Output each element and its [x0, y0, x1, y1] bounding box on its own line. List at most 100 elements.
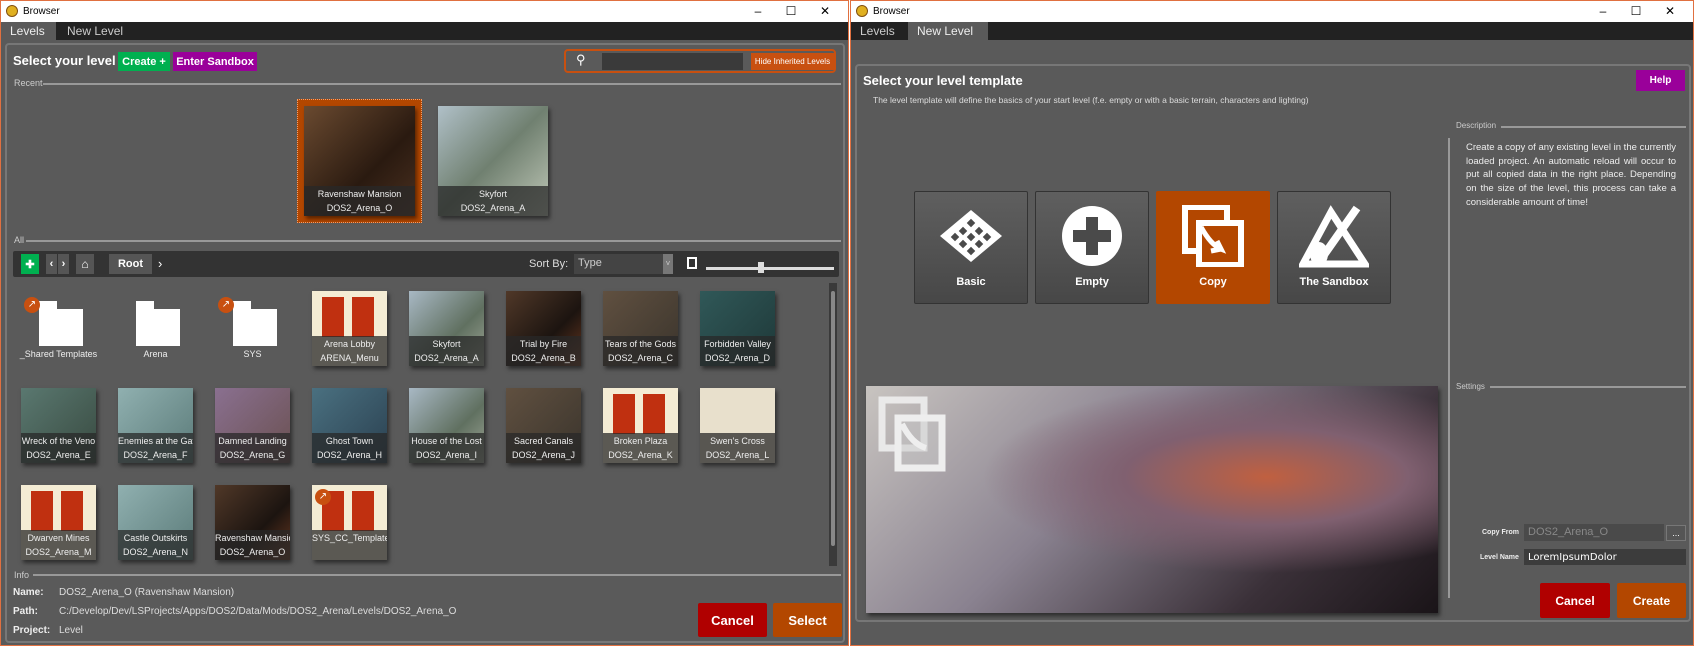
sort-value: Type	[578, 257, 602, 269]
browse-button[interactable]: ...	[1666, 525, 1686, 541]
thumbnail-size-slider[interactable]	[706, 255, 834, 275]
description-section-label: Description	[1456, 121, 1497, 130]
level-tile[interactable]: Tears of the Gods DOS2_Arena_C	[603, 291, 678, 366]
all-divider	[26, 240, 841, 242]
level-tile[interactable]: Sacred Canals DOS2_Arena_J	[506, 388, 581, 463]
level-tile[interactable]: Damned Landing DOS2_Arena_G	[215, 388, 290, 463]
template-label: Empty	[1075, 276, 1109, 288]
level-tile[interactable]: Dwarven Mines DOS2_Arena_M	[21, 485, 96, 560]
level-name: Trial by Fire	[519, 339, 568, 349]
level-id: DOS2_Arena_L	[705, 450, 770, 460]
grid-icon	[915, 206, 1027, 266]
level-tile[interactable]: Swen's Cross DOS2_Arena_L	[700, 388, 775, 463]
folder-name: _Shared Templates	[19, 349, 98, 359]
level-id: DOS2_Arena_K	[608, 450, 673, 460]
hide-inherited-levels-button[interactable]: Hide Inherited Levels	[751, 53, 834, 70]
level-tile[interactable]: Ravenshaw Mansic DOS2_Arena_O	[215, 485, 290, 560]
enter-sandbox-button[interactable]: Enter Sandbox	[173, 52, 257, 71]
breadcrumb-root[interactable]: Root	[109, 254, 152, 274]
new-folder-button[interactable]: ✚	[21, 254, 39, 274]
level-name-input[interactable]	[1524, 549, 1686, 565]
level-tile[interactable]: Ghost Town DOS2_Arena_H	[312, 388, 387, 463]
info-name-value: DOS2_Arena_O (Ravenshaw Mansion)	[59, 587, 235, 598]
info-name-label: Name:	[13, 587, 44, 598]
maximize-button[interactable]: ☐	[1621, 4, 1651, 18]
template-sandbox[interactable]: The Sandbox	[1277, 191, 1391, 304]
level-id: DOS2_Arena_B	[511, 353, 576, 363]
grid-scrollbar[interactable]	[829, 283, 837, 566]
recent-level-tile[interactable]: Ravenshaw Mansion DOS2_Arena_O	[304, 106, 415, 216]
level-tile[interactable]: House of the Lost DOS2_Arena_I	[409, 388, 484, 463]
level-name: Broken Plaza	[613, 436, 668, 446]
page-title: Select your level template	[863, 73, 1023, 88]
folder-item[interactable]: _Shared Templates ↗	[20, 291, 97, 366]
create-button[interactable]: Create +	[118, 52, 170, 71]
tab-levels[interactable]: Levels	[1, 22, 56, 40]
close-button[interactable]: ✕	[810, 4, 840, 18]
level-tile[interactable]: Skyfort DOS2_Arena_A	[409, 291, 484, 366]
level-name: Enemies at the Gat	[118, 436, 193, 446]
slider-thumb[interactable]	[758, 262, 765, 273]
tab-new-level[interactable]: New Level	[908, 22, 988, 40]
info-path-value: C:/Develop/Dev/LSProjects/Apps/DOS2/Data…	[59, 606, 457, 617]
select-button[interactable]: Select	[773, 603, 842, 637]
page-title: Select your level	[13, 53, 116, 68]
level-id: DOS2_Arena_I	[415, 450, 478, 460]
folder-item[interactable]: SYS ↗	[215, 291, 290, 366]
tab-levels[interactable]: Levels	[851, 22, 904, 40]
create-button[interactable]: Create	[1617, 583, 1686, 618]
level-name: Swen's Cross	[710, 436, 765, 446]
home-button[interactable]: ⌂	[76, 254, 94, 274]
level-tile[interactable]: Wreck of the Veno DOS2_Arena_E	[21, 388, 96, 463]
title-bar: Browser – ☐ ✕	[851, 1, 1693, 22]
help-button[interactable]: Help	[1636, 70, 1685, 91]
close-button[interactable]: ✕	[1655, 4, 1685, 18]
level-name: Ravenshaw Mansic	[215, 533, 290, 543]
level-tile[interactable]: SYS_CC_Template_ ↗	[312, 485, 387, 560]
back-button[interactable]: ‹	[46, 254, 57, 274]
minimize-button[interactable]: –	[743, 4, 773, 18]
level-name: Skyfort	[478, 189, 507, 199]
folder-item[interactable]: Arena	[118, 291, 193, 366]
inherited-link-icon: ↗	[24, 297, 40, 313]
template-basic[interactable]: Basic	[914, 191, 1028, 304]
template-empty[interactable]: Empty	[1035, 191, 1149, 304]
inherited-link-icon: ↗	[218, 297, 234, 313]
breadcrumb-chevron-icon[interactable]: ›	[158, 256, 162, 271]
level-id: DOS2_Arena_A	[414, 353, 479, 363]
minimize-button[interactable]: –	[1588, 4, 1618, 18]
level-name: Skyfort	[432, 339, 461, 349]
info-divider	[33, 574, 841, 576]
settings-divider	[1490, 386, 1686, 388]
level-id: DOS2_Arena_F	[123, 450, 188, 460]
cancel-button[interactable]: Cancel	[698, 603, 767, 637]
page-subtitle: The level template will define the basic…	[873, 95, 1309, 105]
tab-bar: Levels New Level	[1, 22, 848, 40]
cancel-button[interactable]: Cancel	[1540, 583, 1610, 618]
recent-level-tile[interactable]: Skyfort DOS2_Arena_A	[438, 106, 548, 216]
level-tile[interactable]: Forbidden Valley DOS2_Arena_D	[700, 291, 775, 366]
level-tile[interactable]: Arena Lobby ARENA_Menu	[312, 291, 387, 366]
level-tile[interactable]: Trial by Fire DOS2_Arena_B	[506, 291, 581, 366]
maximize-button[interactable]: ☐	[776, 4, 806, 18]
template-copy[interactable]: Copy	[1156, 191, 1270, 304]
info-section-label: Info	[14, 570, 30, 580]
level-name: Damned Landing	[218, 436, 287, 446]
level-name: Sacred Canals	[513, 436, 574, 446]
forward-button[interactable]: ›	[58, 254, 69, 274]
tab-bar: Levels New Level	[851, 22, 1693, 40]
window-title: Browser	[23, 6, 60, 17]
folder-icon	[233, 301, 277, 346]
tab-new-level[interactable]: New Level	[58, 22, 132, 40]
sort-by-select[interactable]: Type ˅	[574, 254, 673, 274]
template-preview-image	[866, 386, 1438, 613]
level-id: DOS2_Arena_O	[219, 547, 286, 557]
level-tile[interactable]: Castle Outskirts DOS2_Arena_N	[118, 485, 193, 560]
search-input[interactable]	[602, 53, 743, 70]
description-text: Create a copy of any existing level in t…	[1466, 142, 1676, 208]
level-tile[interactable]: Broken Plaza DOS2_Arena_K	[603, 388, 678, 463]
level-name: Tears of the Gods	[604, 339, 677, 349]
sort-by-label: Sort By:	[529, 258, 569, 270]
inherited-link-icon: ↗	[315, 489, 331, 505]
level-tile[interactable]: Enemies at the Gat DOS2_Arena_F	[118, 388, 193, 463]
